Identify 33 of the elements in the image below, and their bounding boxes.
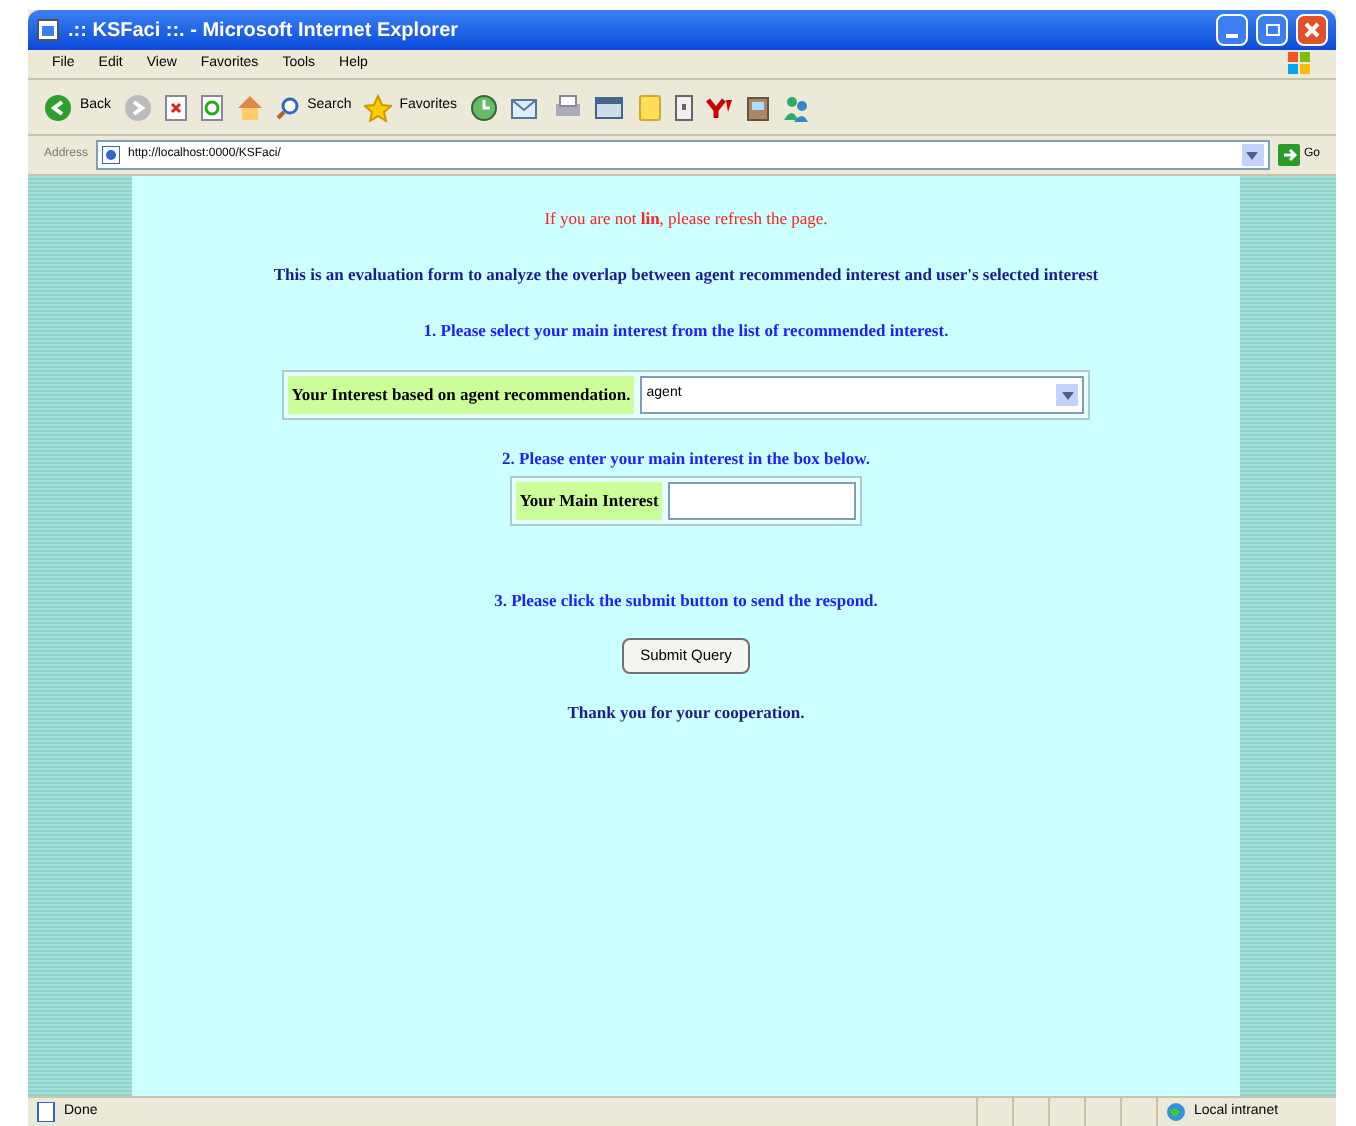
restore-button[interactable]	[1256, 14, 1288, 46]
star-icon	[363, 93, 392, 121]
interest-input[interactable]	[668, 481, 857, 519]
people-icon[interactable]	[781, 93, 810, 121]
caret-icon	[1246, 151, 1259, 159]
page-icon	[36, 18, 60, 42]
caret-icon	[1061, 391, 1074, 400]
intro-text: This is an evaluation form to analyze the overlap between agent recommended interest and user's selected interest	[273, 261, 1099, 287]
field-label: Your Interest based on agent recommendation.	[287, 376, 635, 414]
step-text: 2. Please enter your main interest in the box below.	[502, 446, 870, 472]
close-button[interactable]	[1296, 14, 1328, 46]
y-icon[interactable]	[705, 93, 734, 121]
device-icon[interactable]	[673, 93, 694, 121]
page-icon	[36, 1102, 56, 1122]
dropdown-button[interactable]	[1241, 144, 1264, 166]
windows-logo-icon	[1288, 52, 1312, 76]
window-title: .:: KSFaci ::. - Microsoft Internet Explorer	[68, 17, 461, 45]
step-text: 3. Please click the submit button to send the respond.	[494, 587, 878, 613]
close-icon	[1304, 22, 1320, 38]
history-icon[interactable]	[469, 93, 498, 121]
dropdown-button[interactable]	[1056, 384, 1079, 407]
minimize-button[interactable]	[1216, 14, 1248, 46]
stop-icon[interactable]	[163, 93, 188, 121]
page-icon	[102, 146, 121, 164]
refresh-icon[interactable]	[199, 93, 224, 121]
step-text: 1. Please select your main interest from the list of recommended interest.	[423, 317, 949, 343]
search-icon	[275, 95, 300, 119]
globe-icon	[1166, 1102, 1186, 1122]
field-label: Your Main Interest	[515, 481, 663, 519]
mail-icon[interactable]	[509, 93, 542, 121]
thanks-text: Thank you for your cooperation.	[567, 699, 805, 725]
printer-icon[interactable]	[553, 93, 582, 121]
notice-text: If you are not lin, please refresh the page.	[544, 206, 828, 232]
